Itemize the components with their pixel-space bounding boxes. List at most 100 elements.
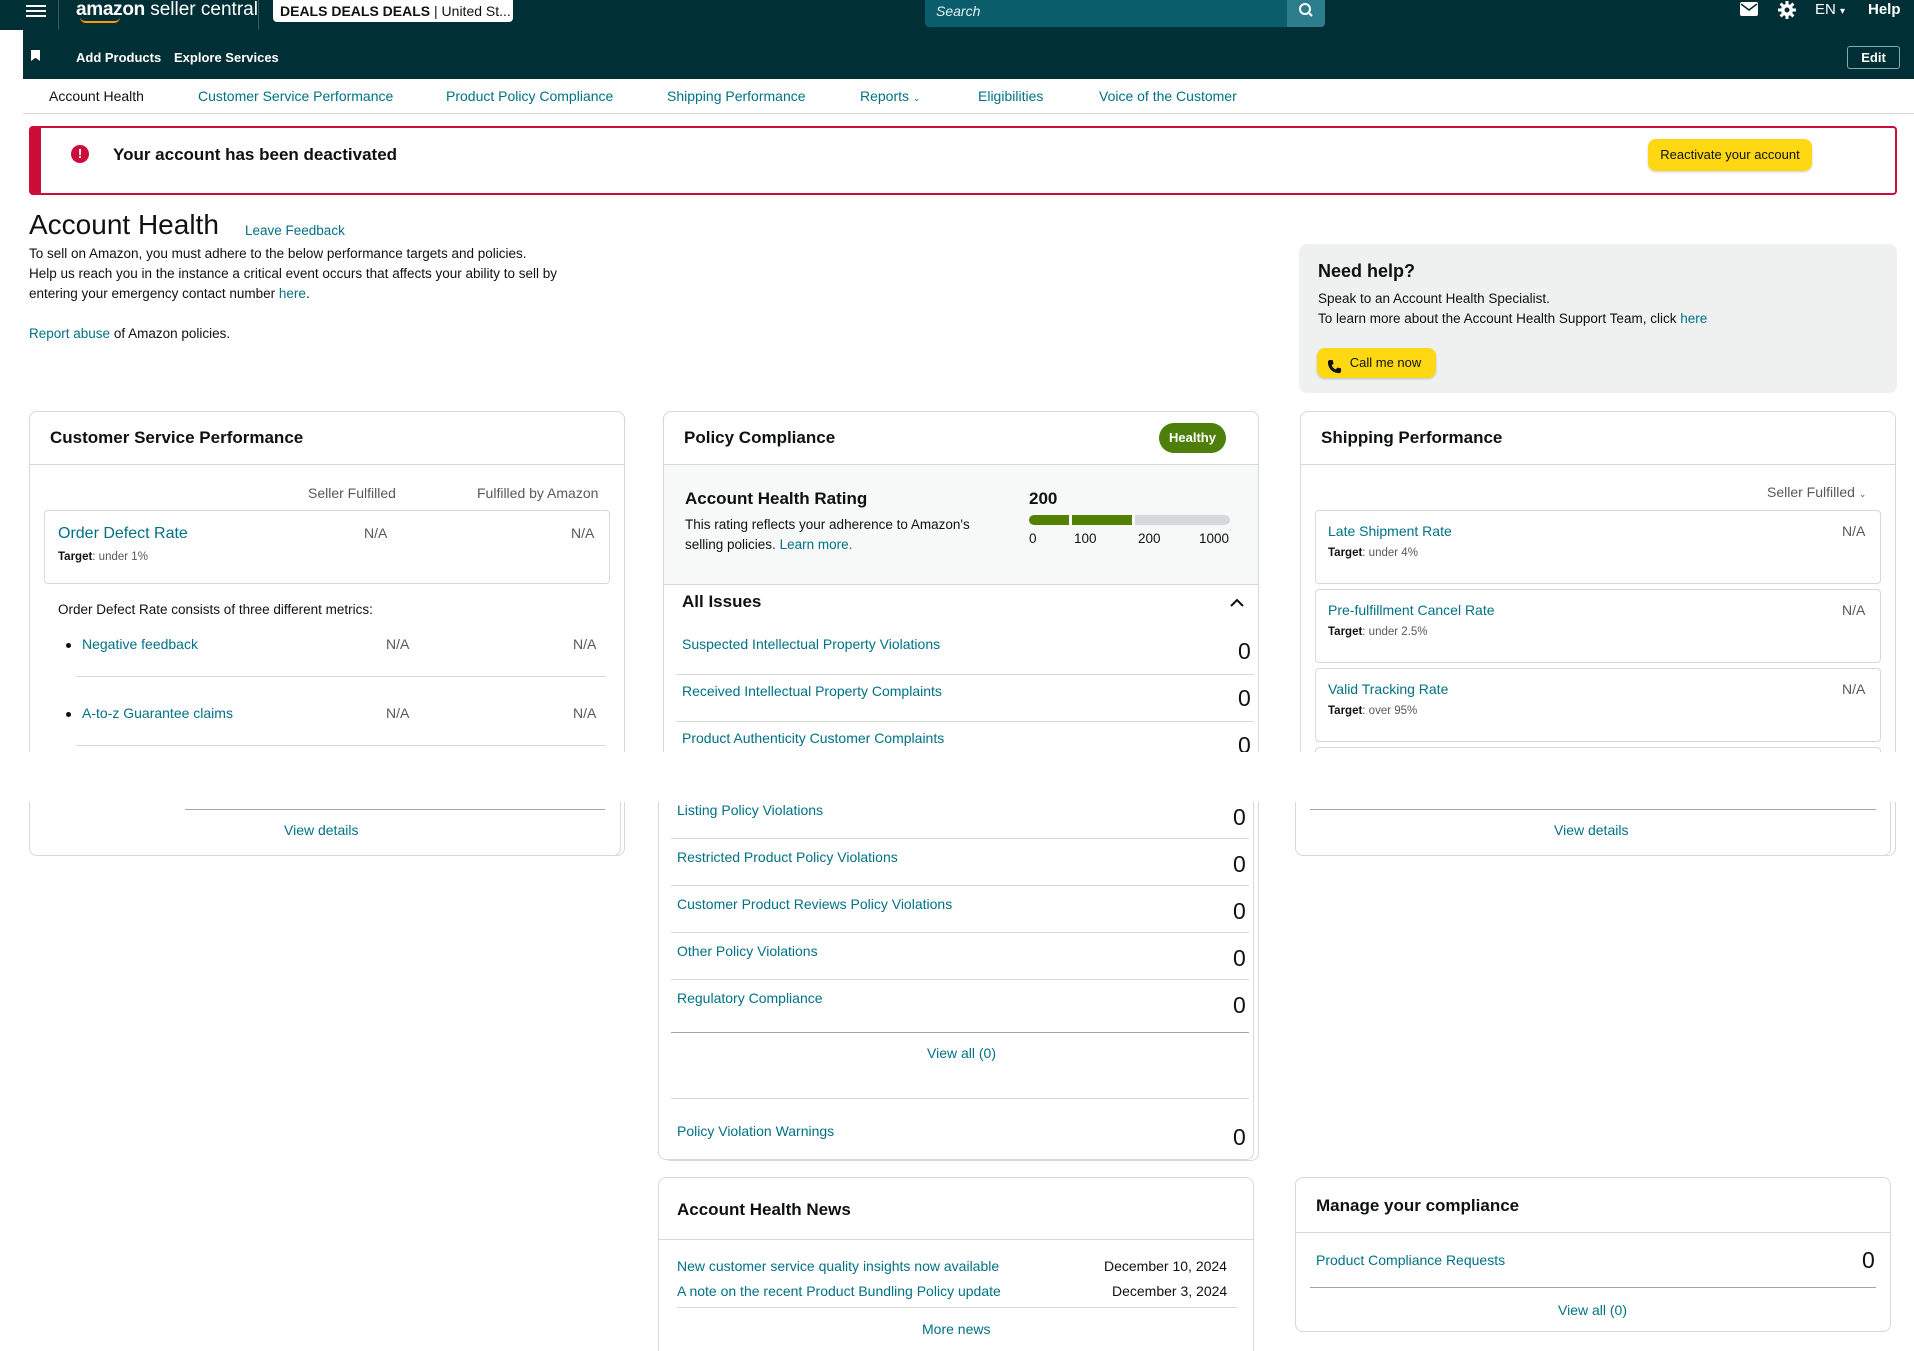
policy-violation-warnings-link[interactable]: Policy Violation Warnings (677, 1123, 834, 1139)
a-to-z-claims-link[interactable]: A-to-z Guarantee claims (82, 705, 233, 721)
valid-tracking-rate-link[interactable]: Valid Tracking Rate (1328, 681, 1448, 697)
metric-value: N/A (364, 525, 388, 541)
issue-link[interactable]: Suspected Intellectual Property Violatio… (682, 636, 940, 652)
leave-feedback-link[interactable]: Leave Feedback (245, 221, 345, 241)
divider (1310, 1287, 1876, 1288)
bookmark-icon[interactable] (31, 50, 40, 61)
mail-icon[interactable] (1740, 2, 1758, 19)
language-selector[interactable]: EN ▾ (1815, 0, 1845, 22)
scroll-seam (0, 752, 1914, 802)
add-products-link[interactable]: Add Products (76, 50, 161, 65)
report-abuse-link[interactable]: Report abuse (29, 326, 110, 341)
news-item-link[interactable]: A note on the recent Product Bundling Po… (677, 1283, 1001, 1299)
divider (671, 932, 1249, 933)
issue-link[interactable]: Customer Product Reviews Policy Violatio… (677, 896, 952, 912)
emergency-contact-link[interactable]: here (279, 286, 306, 301)
rating-bar-segment (1029, 515, 1069, 525)
search-button[interactable] (1287, 0, 1325, 27)
tab-voice-of-the-customer[interactable]: Voice of the Customer (1099, 88, 1237, 104)
error-icon: ! (71, 145, 89, 163)
search-icon (1299, 3, 1313, 17)
report-abuse-text: Report abuse of Amazon policies. (29, 326, 231, 341)
product-compliance-requests-link[interactable]: Product Compliance Requests (1316, 1252, 1505, 1268)
divider (677, 1307, 1237, 1308)
tab-eligibilities[interactable]: Eligibilities (978, 88, 1043, 104)
divider (671, 885, 1249, 886)
issue-link[interactable]: Regulatory Compliance (677, 990, 823, 1006)
policy-compliance-card-continued: Listing Policy Violations 0 Restricted P… (658, 802, 1254, 1160)
compliance-view-all-link[interactable]: View all (0) (1558, 1302, 1627, 1318)
more-news-link[interactable]: More news (922, 1321, 990, 1337)
negative-feedback-link[interactable]: Negative feedback (82, 636, 198, 652)
hamburger-menu-icon[interactable] (26, 2, 46, 22)
issue-link[interactable]: Product Authenticity Customer Complaints (682, 730, 944, 746)
scale-label: 100 (1074, 531, 1097, 546)
metric-value: N/A (571, 525, 595, 541)
csp-view-details-link[interactable]: View details (284, 822, 358, 838)
help-title: Need help? (1318, 261, 1416, 281)
card-header: Manage your compliance (1296, 1178, 1890, 1233)
chevron-down-icon: ▾ (1840, 6, 1846, 17)
card-title: Policy Compliance (684, 428, 836, 447)
scale-label: 1000 (1199, 531, 1230, 546)
fulfillment-filter[interactable]: Seller Fulfilled ⌄ (1767, 484, 1866, 500)
tab-customer-service-performance[interactable]: Customer Service Performance (198, 88, 393, 104)
card-title: Account Health News (677, 1200, 851, 1219)
issue-link[interactable]: Restricted Product Policy Violations (677, 849, 898, 865)
rating-value: 200 (1029, 489, 1058, 508)
top-header: amazon seller central DEALS DEALS DEALS … (0, 0, 1914, 30)
settings-gear-icon[interactable] (1777, 0, 1797, 23)
card-header: Customer Service Performance (30, 412, 624, 465)
card-header: Shipping Performance (1301, 412, 1895, 465)
rating-description: This rating reflects your adherence to A… (685, 517, 970, 532)
metric-value: N/A (1842, 523, 1866, 539)
target-text: Target: under 2.5% (1328, 626, 1428, 638)
search-input[interactable]: Search (925, 0, 1287, 27)
metric-value: N/A (1842, 681, 1866, 697)
shipping-view-details-link[interactable]: View details (1554, 822, 1628, 838)
news-date: December 10, 2024 (1104, 1258, 1227, 1274)
intro-text: entering your emergency contact number h… (29, 286, 310, 301)
help-text: To learn more about the Account Health S… (1318, 311, 1708, 326)
tab-shipping-performance[interactable]: Shipping Performance (667, 88, 806, 104)
phone-icon (1327, 355, 1342, 385)
edit-button[interactable]: Edit (1847, 46, 1900, 69)
support-team-link[interactable]: here (1680, 311, 1707, 326)
issue-count: 0 (1233, 945, 1246, 971)
odr-explainer: Order Defect Rate consists of three diff… (58, 602, 373, 617)
target-text: Target: under 4% (1328, 547, 1418, 559)
divider (76, 676, 606, 677)
warnings-count: 0 (1233, 1124, 1246, 1150)
issue-link[interactable]: Other Policy Violations (677, 943, 818, 959)
page-title: Account Health (29, 209, 219, 240)
divider (1310, 809, 1876, 810)
issue-link[interactable]: Received Intellectual Property Complaint… (682, 683, 942, 699)
target-text: Target: under 1% (58, 551, 148, 563)
store-switcher[interactable]: DEALS DEALS DEALS | United St... (273, 0, 513, 22)
issues-view-all-link[interactable]: View all (0) (927, 1045, 996, 1061)
metric-value: N/A (386, 705, 410, 721)
chevron-up-icon[interactable] (1230, 595, 1244, 611)
learn-more-link[interactable]: Learn more. (780, 537, 853, 552)
tab-account-health[interactable]: Account Health (49, 88, 144, 104)
explore-services-link[interactable]: Explore Services (174, 50, 279, 65)
card-title: Manage your compliance (1316, 1196, 1520, 1215)
reactivate-account-button[interactable]: Reactivate your account (1648, 139, 1812, 171)
order-defect-rate-link[interactable]: Order Defect Rate (58, 525, 188, 543)
rating-title: Account Health Rating (685, 489, 868, 508)
issue-count: 0 (1238, 685, 1251, 711)
tab-product-policy-compliance[interactable]: Product Policy Compliance (446, 88, 613, 104)
order-defect-rate-box: Order Defect Rate Target: under 1% N/A N… (44, 510, 610, 584)
late-shipment-rate-link[interactable]: Late Shipment Rate (1328, 523, 1452, 539)
divider (671, 838, 1249, 839)
call-me-now-button[interactable]: Call me now (1317, 348, 1436, 378)
news-item-link[interactable]: New customer service quality insights no… (677, 1258, 999, 1274)
card-title: Shipping Performance (1321, 428, 1503, 447)
pre-fulfillment-cancel-rate-link[interactable]: Pre-fulfillment Cancel Rate (1328, 602, 1495, 618)
issue-link[interactable]: Listing Policy Violations (677, 802, 823, 818)
logo-smile-icon (80, 17, 120, 23)
tab-reports[interactable]: Reports ⌄ (860, 88, 920, 104)
target-text: Target: over 95% (1328, 705, 1418, 717)
need-help-panel: Need help? Speak to an Account Health Sp… (1299, 244, 1897, 393)
help-link[interactable]: Help (1868, 0, 1901, 22)
